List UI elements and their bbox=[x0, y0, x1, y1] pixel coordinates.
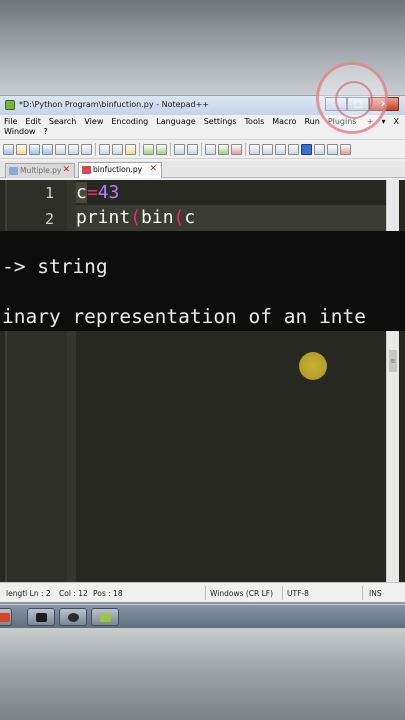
window-title: *D:\Python Program\binfuction.py - Notep… bbox=[19, 100, 209, 109]
tab-binfuction-py[interactable]: binfuction.py ✕ bbox=[78, 162, 162, 178]
menu-file[interactable]: File bbox=[0, 117, 21, 127]
mouse-cursor-highlight bbox=[299, 352, 327, 380]
status-divider bbox=[205, 586, 206, 600]
toolbar-divider bbox=[170, 142, 171, 156]
menu-macro[interactable]: Macro bbox=[268, 117, 300, 127]
folder-workspace-icon[interactable] bbox=[327, 143, 338, 155]
status-insert-mode[interactable]: INS bbox=[369, 589, 382, 598]
file-saved-icon bbox=[9, 167, 18, 175]
close-file-icon[interactable] bbox=[55, 143, 66, 155]
show-all-chars-icon[interactable] bbox=[262, 143, 273, 155]
token-function: print bbox=[76, 207, 131, 228]
token-variable: c bbox=[76, 182, 87, 203]
status-divider bbox=[362, 586, 363, 600]
close-doc-button[interactable]: X bbox=[394, 117, 399, 126]
notepadpp-window: *D:\Python Program\binfuction.py - Notep… bbox=[0, 95, 405, 602]
function-list-icon[interactable] bbox=[314, 143, 325, 155]
indent-guide-icon[interactable] bbox=[275, 143, 286, 155]
menu-row-1: File Edit Search View Encoding Language … bbox=[0, 117, 360, 127]
notepadpp-glyph bbox=[99, 612, 111, 622]
find-icon[interactable] bbox=[174, 143, 185, 155]
code-line-2[interactable]: print(bin(c bbox=[76, 205, 195, 231]
tab-list-button[interactable]: ▾ bbox=[382, 117, 386, 126]
toolbar-divider bbox=[201, 142, 202, 156]
status-col: Col : 12 bbox=[59, 589, 88, 598]
calltip-description: inary representation of an inte bbox=[2, 305, 366, 328]
tab-multiple-py[interactable]: Multiple.py ✕ bbox=[5, 163, 75, 178]
toolbar bbox=[0, 139, 405, 159]
scroll-thumb[interactable]: ≡ bbox=[389, 350, 397, 372]
toolbar-divider bbox=[95, 142, 96, 156]
save-icon[interactable] bbox=[29, 143, 40, 155]
background-bottom bbox=[0, 628, 405, 720]
status-eol[interactable]: Windows (CR LF) bbox=[210, 589, 273, 598]
code-line-1[interactable]: c=43 bbox=[76, 180, 119, 206]
notepadpp-taskbar-icon[interactable] bbox=[91, 608, 119, 626]
document-map-icon[interactable] bbox=[301, 143, 312, 155]
status-encoding[interactable]: UTF-8 bbox=[287, 589, 309, 598]
token-function: bin bbox=[141, 207, 174, 228]
new-file-icon[interactable] bbox=[3, 143, 14, 155]
copy-icon[interactable] bbox=[112, 143, 123, 155]
menu-help[interactable]: ? bbox=[40, 127, 52, 137]
zoom-in-icon[interactable] bbox=[205, 143, 216, 155]
windows-taskbar bbox=[0, 604, 405, 628]
menu-language[interactable]: Language bbox=[152, 117, 199, 127]
undo-icon[interactable] bbox=[143, 143, 154, 155]
record-macro-icon[interactable] bbox=[340, 143, 351, 155]
calltip-return-type: -> string bbox=[2, 255, 108, 278]
channel-logo-watermark bbox=[316, 62, 388, 134]
cut-icon[interactable] bbox=[99, 143, 110, 155]
paragraph-icon[interactable] bbox=[288, 143, 299, 155]
menu-run[interactable]: Run bbox=[300, 117, 323, 127]
save-all-icon[interactable] bbox=[42, 143, 53, 155]
sync-scroll-icon[interactable] bbox=[231, 143, 242, 155]
status-length-line: lengtl Ln : 2 bbox=[6, 589, 51, 598]
close-all-icon[interactable] bbox=[68, 143, 79, 155]
calltip-overlay: -> string inary representation of an int… bbox=[0, 231, 405, 331]
powerpoint-icon[interactable] bbox=[0, 608, 12, 626]
tab-close-icon[interactable]: ✕ bbox=[149, 163, 157, 176]
cmd-glyph bbox=[35, 612, 47, 622]
token-number: 43 bbox=[97, 182, 120, 203]
file-unsaved-icon bbox=[82, 166, 91, 174]
tab-label: Multiple.py bbox=[20, 166, 62, 175]
menu-view[interactable]: View bbox=[80, 117, 107, 127]
toolbar-divider bbox=[245, 142, 246, 156]
menu-search[interactable]: Search bbox=[45, 117, 80, 127]
obs-icon[interactable] bbox=[59, 608, 87, 626]
status-pos: Pos : 18 bbox=[93, 589, 123, 598]
zoom-out-icon[interactable] bbox=[218, 143, 229, 155]
menu-tools[interactable]: Tools bbox=[241, 117, 269, 127]
menu-window[interactable]: Window bbox=[0, 127, 40, 137]
toolbar-divider bbox=[139, 142, 140, 156]
word-wrap-icon[interactable] bbox=[249, 143, 260, 155]
print-icon[interactable] bbox=[81, 143, 92, 155]
open-file-icon[interactable] bbox=[16, 143, 27, 155]
paste-icon[interactable] bbox=[125, 143, 136, 155]
line-number: 1 bbox=[44, 184, 54, 202]
menu-row-2: Window ? bbox=[0, 127, 52, 137]
redo-icon[interactable] bbox=[156, 143, 167, 155]
line-number: 2 bbox=[44, 210, 54, 228]
tab-label: binfuction.py bbox=[93, 165, 143, 174]
menu-settings[interactable]: Settings bbox=[200, 117, 241, 127]
notepadpp-icon bbox=[5, 100, 15, 110]
token-argument: c bbox=[184, 207, 196, 228]
tab-bar: Multiple.py ✕ binfuction.py ✕ bbox=[0, 161, 405, 178]
status-bar: lengtl Ln : 2 Col : 12 Pos : 18 Windows … bbox=[0, 582, 405, 602]
tab-close-icon[interactable]: ✕ bbox=[62, 164, 70, 177]
menu-edit[interactable]: Edit bbox=[21, 117, 45, 127]
token-paren: ( bbox=[173, 207, 185, 228]
powerpoint-glyph bbox=[0, 612, 10, 622]
menu-encoding[interactable]: Encoding bbox=[107, 117, 152, 127]
cmd-icon[interactable] bbox=[27, 608, 55, 626]
replace-icon[interactable] bbox=[187, 143, 198, 155]
token-operator: = bbox=[86, 182, 98, 203]
token-paren: ( bbox=[130, 207, 142, 228]
obs-glyph bbox=[67, 612, 79, 622]
status-divider bbox=[282, 586, 283, 600]
